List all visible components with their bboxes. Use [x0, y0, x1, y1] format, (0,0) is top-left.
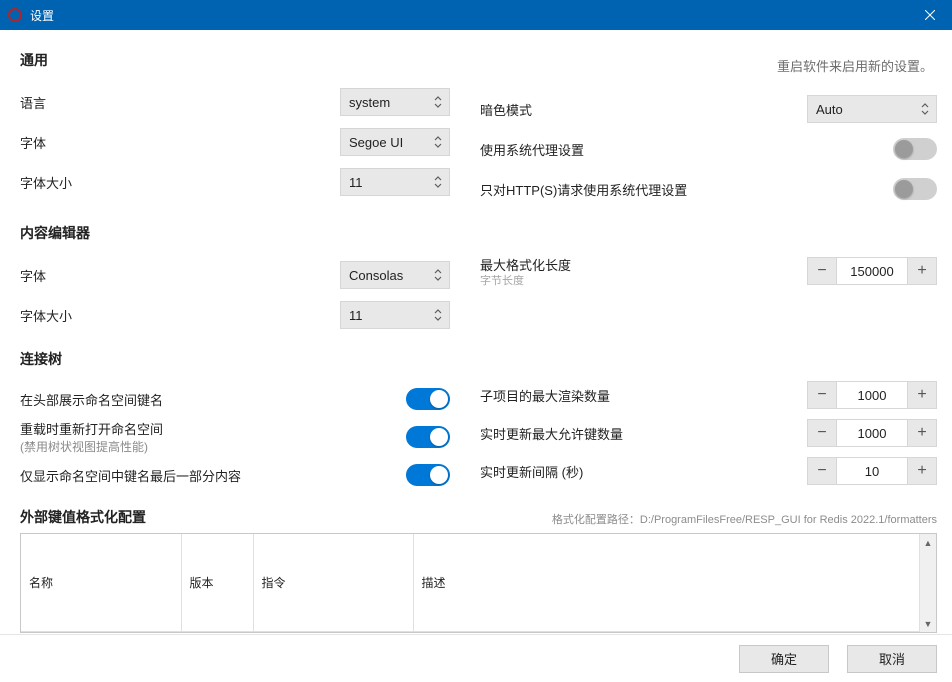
chevron-updown-icon [427, 308, 449, 322]
fontsize-spinner[interactable]: 11 [340, 168, 450, 196]
editor-font-select[interactable]: Consolas [340, 261, 450, 289]
editor-fontsize-label: 字体大小 [20, 306, 340, 325]
font-select[interactable]: Segoe UI [340, 128, 450, 156]
app-icon [8, 8, 22, 22]
section-general: 通用 [20, 50, 450, 70]
ok-button[interactable]: 确定 [739, 645, 829, 673]
plus-button[interactable]: + [907, 257, 937, 285]
editor-font-label: 字体 [20, 266, 340, 285]
max-keys-stepper[interactable]: − 1000 + [807, 419, 937, 447]
update-interval-label: 实时更新间隔 (秒) [480, 462, 807, 481]
reopen-ns-toggle[interactable] [406, 426, 450, 448]
maxfmt-hint: 字节长度 [480, 272, 807, 288]
fontsize-label: 字体大小 [20, 173, 340, 192]
table-header-row: 名称 版本 指令 描述 [21, 534, 919, 632]
minus-button[interactable]: − [807, 419, 837, 447]
show-ns-label: 在头部展示命名空间键名 [20, 390, 406, 409]
plus-button[interactable]: + [907, 419, 937, 447]
reopen-ns-label: 重载时重新打开命名空间 [20, 419, 406, 438]
restart-hint: 重启软件来启用新的设置。 [480, 50, 937, 89]
reopen-ns-hint: (禁用树状视图提高性能) [20, 438, 406, 455]
language-select[interactable]: system [340, 88, 450, 116]
maxfmt-stepper[interactable]: − 150000 + [807, 257, 937, 285]
minus-button[interactable]: − [807, 381, 837, 409]
chevron-updown-icon [427, 95, 449, 109]
chevron-updown-icon [427, 268, 449, 282]
show-last-label: 仅显示命名空间中键名最后一部分内容 [20, 466, 406, 485]
dialog-footer: 确定 取消 [0, 634, 952, 682]
formatters-table: 名称 版本 指令 描述 ▲ ▼ [20, 533, 937, 633]
chevron-updown-icon [427, 175, 449, 189]
col-version[interactable]: 版本 [181, 534, 253, 632]
section-formatters: 外部键值格式化配置 [20, 507, 146, 527]
section-editor: 内容编辑器 [20, 223, 450, 243]
close-button[interactable] [907, 0, 952, 30]
minus-button[interactable]: − [807, 257, 837, 285]
plus-button[interactable]: + [907, 457, 937, 485]
scroll-up-icon[interactable]: ▲ [920, 534, 936, 551]
show-ns-toggle[interactable] [406, 388, 450, 410]
http-proxy-toggle[interactable] [893, 178, 937, 200]
chevron-updown-icon [427, 135, 449, 149]
update-interval-stepper[interactable]: − 10 + [807, 457, 937, 485]
col-command[interactable]: 指令 [253, 534, 413, 632]
darkmode-select[interactable]: Auto [807, 95, 937, 123]
max-render-stepper[interactable]: − 1000 + [807, 381, 937, 409]
editor-fontsize-spinner[interactable]: 11 [340, 301, 450, 329]
show-last-toggle[interactable] [406, 464, 450, 486]
titlebar: 设置 [0, 0, 952, 30]
formatters-path: 格式化配置路径：D:/ProgramFilesFree/RESP_GUI for… [146, 511, 937, 527]
language-label: 语言 [20, 93, 340, 112]
close-icon [925, 10, 935, 20]
col-name[interactable]: 名称 [21, 534, 181, 632]
http-proxy-label: 只对HTTP(S)请求使用系统代理设置 [480, 180, 893, 199]
scroll-down-icon[interactable]: ▼ [920, 615, 936, 632]
cancel-button[interactable]: 取消 [847, 645, 937, 673]
window-title: 设置 [30, 7, 907, 24]
chevron-updown-icon [914, 102, 936, 116]
font-label: 字体 [20, 133, 340, 152]
max-render-label: 子项目的最大渲染数量 [480, 386, 807, 405]
scrollbar[interactable]: ▲ ▼ [919, 534, 936, 632]
section-tree: 连接树 [20, 349, 450, 369]
max-keys-label: 实时更新最大允许键数量 [480, 424, 807, 443]
plus-button[interactable]: + [907, 381, 937, 409]
system-proxy-toggle[interactable] [893, 138, 937, 160]
darkmode-label: 暗色模式 [480, 100, 807, 119]
minus-button[interactable]: − [807, 457, 837, 485]
col-desc[interactable]: 描述 [413, 534, 919, 632]
system-proxy-label: 使用系统代理设置 [480, 140, 893, 159]
